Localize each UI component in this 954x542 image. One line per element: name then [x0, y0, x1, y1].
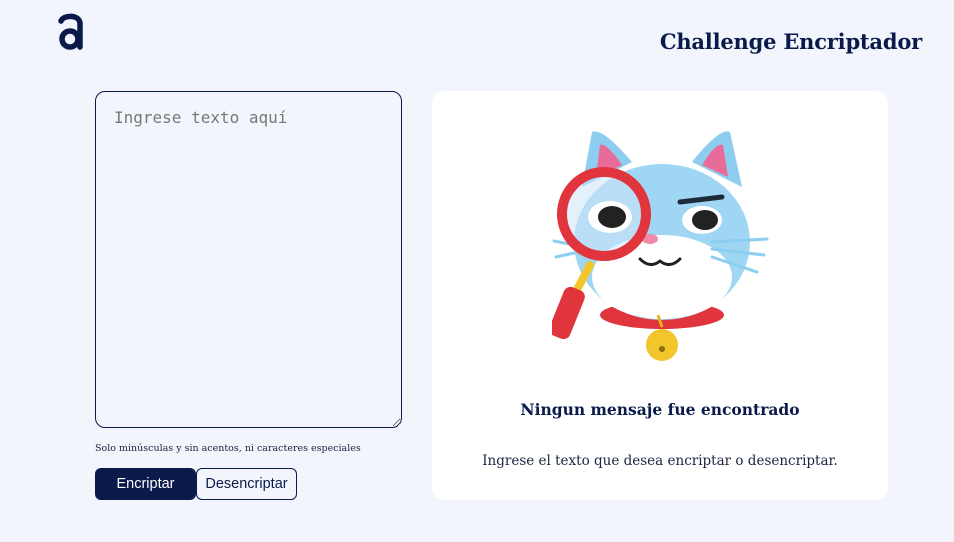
output-panel: Ningun mensaje fue encontrado Ingrese el…: [432, 91, 888, 500]
empty-state-title: Ningun mensaje fue encontrado: [520, 400, 800, 419]
alura-logo-icon: [55, 12, 87, 50]
input-hint: Solo minúsculas y sin acentos, ni caract…: [95, 443, 361, 454]
page: Challenge Encriptador Solo minúsculas y …: [0, 0, 954, 542]
encrypt-button[interactable]: Encriptar: [95, 468, 196, 500]
text-input[interactable]: [95, 91, 402, 428]
decrypt-button[interactable]: Desencriptar: [196, 468, 297, 500]
page-title: Challenge Encriptador: [659, 29, 922, 54]
empty-state-subtitle: Ingrese el texto que desea encriptar o d…: [482, 453, 838, 469]
cat-magnifying-glass-illustration: [549, 127, 772, 372]
